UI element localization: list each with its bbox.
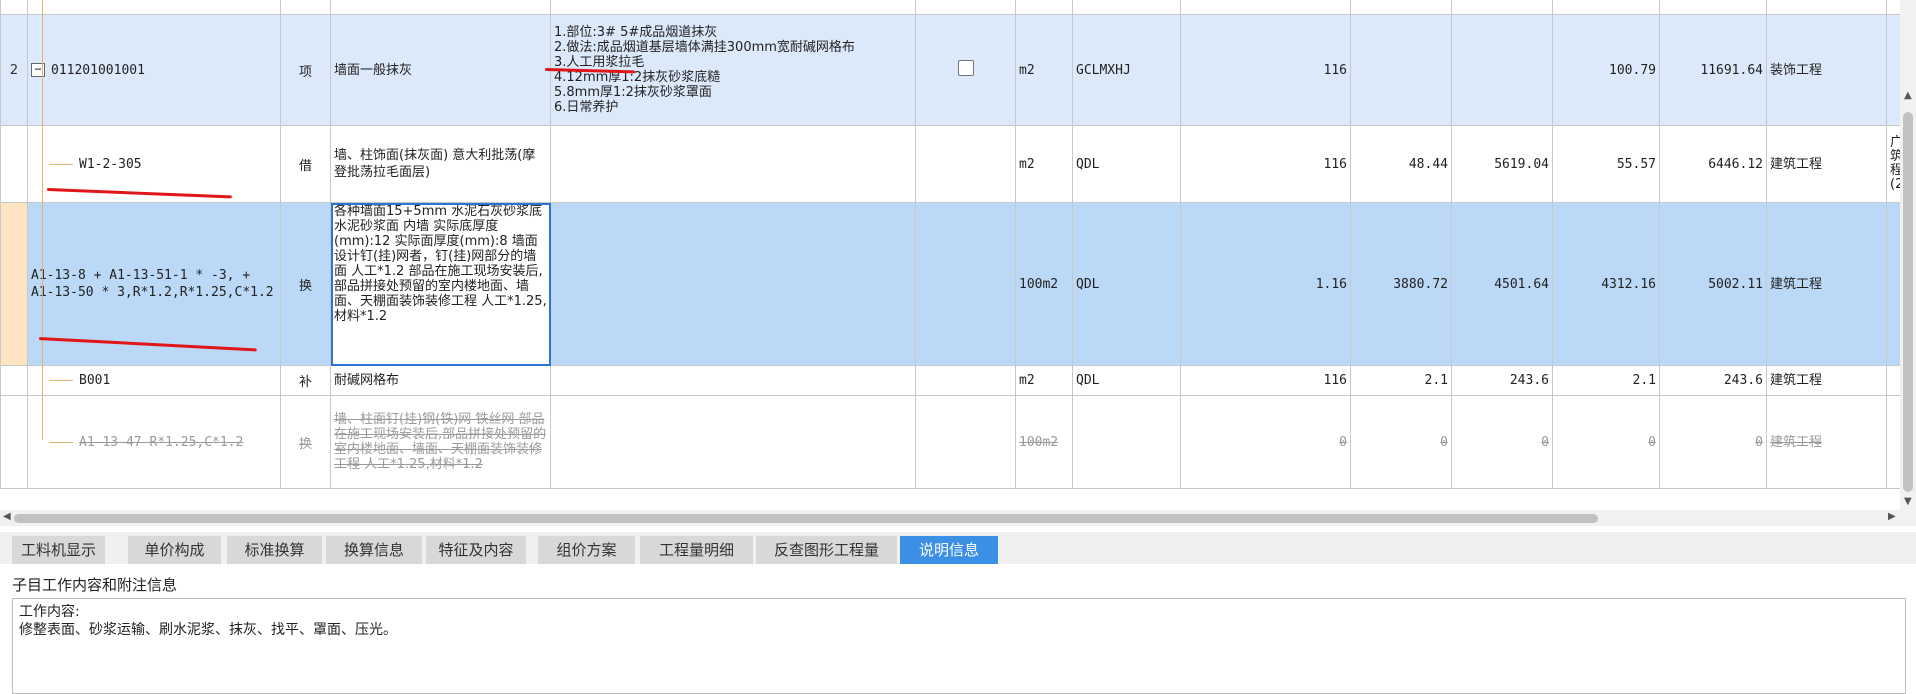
row-value-4: 5002.11 <box>1659 202 1767 366</box>
table-row-selected[interactable]: A1-13-8 + A1-13-51-1 * -3, + A1-13-50 * … <box>0 202 1900 366</box>
row-value-3: 55.57 <box>1552 125 1660 203</box>
row-code[interactable]: A1-13-47 R*1.25,C*1.2 <box>27 395 281 489</box>
scroll-down-icon[interactable]: ▼ <box>1904 496 1912 507</box>
row-code[interactable]: −011201001001 <box>27 14 281 126</box>
feature-line: 2.做法:成品烟道基层墙体满挂300mm宽耐碱网格布 <box>554 40 855 55</box>
row-unit: m2 <box>1015 365 1073 396</box>
tree-connector <box>42 0 43 440</box>
table-row[interactable]: W1-2-305 借 墙、柱饰面(抹灰面) 意大利批荡(摩登批荡拉毛面层) m2… <box>0 125 1900 203</box>
row-unit: m2 <box>1015 14 1073 126</box>
description-line: 修整表面、砂浆运输、刷水泥浆、抹灰、找平、罩面、压光。 <box>19 622 397 638</box>
row-value-3: 0 <box>1552 395 1660 489</box>
row-expr[interactable]: QDL <box>1072 125 1181 203</box>
row-qty[interactable]: 116 <box>1180 125 1351 203</box>
row-value-1: 3880.72 <box>1350 202 1452 366</box>
description-line: 工作内容: <box>19 604 80 620</box>
feature-line: 1.部位:3# 5#成品烟道抹灰 <box>554 25 718 40</box>
description-title: 子目工作内容和附注信息 <box>12 576 178 594</box>
row-value-4: 6446.12 <box>1659 125 1767 203</box>
table-row[interactable]: 防水 人工*1.5,材料*1.05 <box>0 0 1900 15</box>
feature-line: 6.日常养护 <box>554 100 619 115</box>
row-expr[interactable]: GCLMXHJ <box>1072 14 1181 126</box>
row-name: 防水 人工*1.5,材料*1.05 <box>330 0 551 15</box>
row-qty[interactable]: 1.16 <box>1180 202 1351 366</box>
clipped-column-text: 广 筑 程 (2 <box>1890 136 1900 192</box>
tab-labor-material[interactable]: 工料机显示 <box>12 536 105 564</box>
scrollbar-thumb[interactable] <box>14 514 1598 523</box>
row-value-2: 243.6 <box>1451 365 1553 396</box>
row-value-3: 2.1 <box>1552 365 1660 396</box>
table-row-section[interactable]: 2 −011201001001 项 墙面一般抹灰 1.部位:3# 5#成品烟道抹… <box>0 14 1900 126</box>
tab-description[interactable]: 说明信息 <box>900 536 998 564</box>
row-name[interactable]: 耐碱网格布 <box>330 365 551 396</box>
row-category: 建筑工程 <box>1766 395 1887 489</box>
feature-line: 3.人工用浆拉毛 <box>554 55 645 70</box>
row-category: 建筑工程 <box>1766 365 1887 396</box>
row-qty[interactable]: 0 <box>1180 395 1351 489</box>
row-value-4: 243.6 <box>1659 365 1767 396</box>
row-name-editing[interactable]: 各种墙面15+5mm 水泥石灰砂浆底 水泥砂浆面 内墙 实际底厚度(mm):12… <box>330 202 551 366</box>
checkbox-cell[interactable] <box>915 14 1016 126</box>
table-row[interactable]: B001 补 耐碱网格布 m2 QDL 116 2.1 243.6 2.1 24… <box>0 365 1900 396</box>
tab-quantity-detail[interactable]: 工程量明细 <box>640 536 753 564</box>
checkbox[interactable] <box>957 60 974 76</box>
row-type: 补 <box>280 365 331 396</box>
scroll-left-icon[interactable]: ◀ <box>3 511 11 522</box>
row-expr[interactable]: QDL <box>1072 202 1181 366</box>
row-type: 项 <box>280 14 331 126</box>
row-type: 换 <box>280 202 331 366</box>
horizontal-scrollbar[interactable]: ◀ ▶ <box>0 510 1900 526</box>
row-value-2: 4501.64 <box>1451 202 1553 366</box>
row-value-2: 5619.04 <box>1451 125 1553 203</box>
tab-pricing-plan[interactable]: 组价方案 <box>538 536 635 564</box>
row-total: 11691.64 <box>1659 14 1767 126</box>
description-textarea[interactable]: 工作内容: 修整表面、砂浆运输、刷水泥浆、抹灰、找平、罩面、压光。 <box>12 598 1906 694</box>
row-value-1: 0 <box>1350 395 1452 489</box>
feature-line: 5.8mm厚1:2抹灰砂浆罩面 <box>554 85 712 100</box>
tab-standard-conversion[interactable]: 标准换算 <box>227 536 322 564</box>
row-number: 2 <box>0 14 28 126</box>
row-type: 借 <box>280 125 331 203</box>
quota-grid: 防水 人工*1.5,材料*1.05 2 −011201001001 项 墙面一般… <box>0 0 1900 492</box>
row-category: 建筑工程 <box>1766 125 1887 203</box>
row-category: 建筑工程 <box>1766 202 1887 366</box>
scroll-right-icon[interactable]: ▶ <box>1888 511 1896 522</box>
detail-tab-bar: 工料机显示 单价构成 标准换算 换算信息 特征及内容 组价方案 工程量明细 反查… <box>0 532 1916 564</box>
row-expr[interactable]: QDL <box>1072 365 1181 396</box>
table-row-disabled[interactable]: A1-13-47 R*1.25,C*1.2 换 墙、柱面钉(挂)钢(铁)网 铁丝… <box>0 395 1900 489</box>
row-qty[interactable]: 116 <box>1180 14 1351 126</box>
row-qty[interactable]: 116 <box>1180 365 1351 396</box>
row-category: 装饰工程 <box>1766 14 1887 126</box>
row-value-4: 0 <box>1659 395 1767 489</box>
code-text: 011201001001 <box>51 62 145 78</box>
quota-table: 防水 人工*1.5,材料*1.05 2 −011201001001 项 墙面一般… <box>0 0 1900 489</box>
row-name[interactable]: 墙、柱面钉(挂)钢(铁)网 铁丝网 部品在施工现场安装后,部品拼接处预留的室内楼… <box>330 395 551 489</box>
vertical-scrollbar[interactable]: ▲ ▼ <box>1900 0 1916 526</box>
tab-unit-price[interactable]: 单价构成 <box>128 536 221 564</box>
row-value-1: 2.1 <box>1350 365 1452 396</box>
tab-reverse-lookup[interactable]: 反查图形工程量 <box>756 536 897 564</box>
row-unit: m2 <box>1015 125 1073 203</box>
row-unit: 100m2 <box>1015 202 1073 366</box>
scroll-up-icon[interactable]: ▲ <box>1904 90 1912 101</box>
row-type: 换 <box>280 395 331 489</box>
scrollbar-thumb[interactable] <box>1903 112 1913 492</box>
row-value-1: 48.44 <box>1350 125 1452 203</box>
row-unit-price: 100.79 <box>1552 14 1660 126</box>
row-name[interactable]: 墙、柱饰面(抹灰面) 意大利批荡(摩登批荡拉毛面层) <box>330 125 551 203</box>
row-value-2: 0 <box>1451 395 1553 489</box>
row-unit: 100m2 <box>1015 395 1073 489</box>
row-value-3: 4312.16 <box>1552 202 1660 366</box>
tab-conversion-info[interactable]: 换算信息 <box>326 536 422 564</box>
row-name[interactable]: 墙面一般抹灰 <box>330 14 551 126</box>
tab-features[interactable]: 特征及内容 <box>426 536 526 564</box>
row-code[interactable]: B001 <box>27 365 281 396</box>
